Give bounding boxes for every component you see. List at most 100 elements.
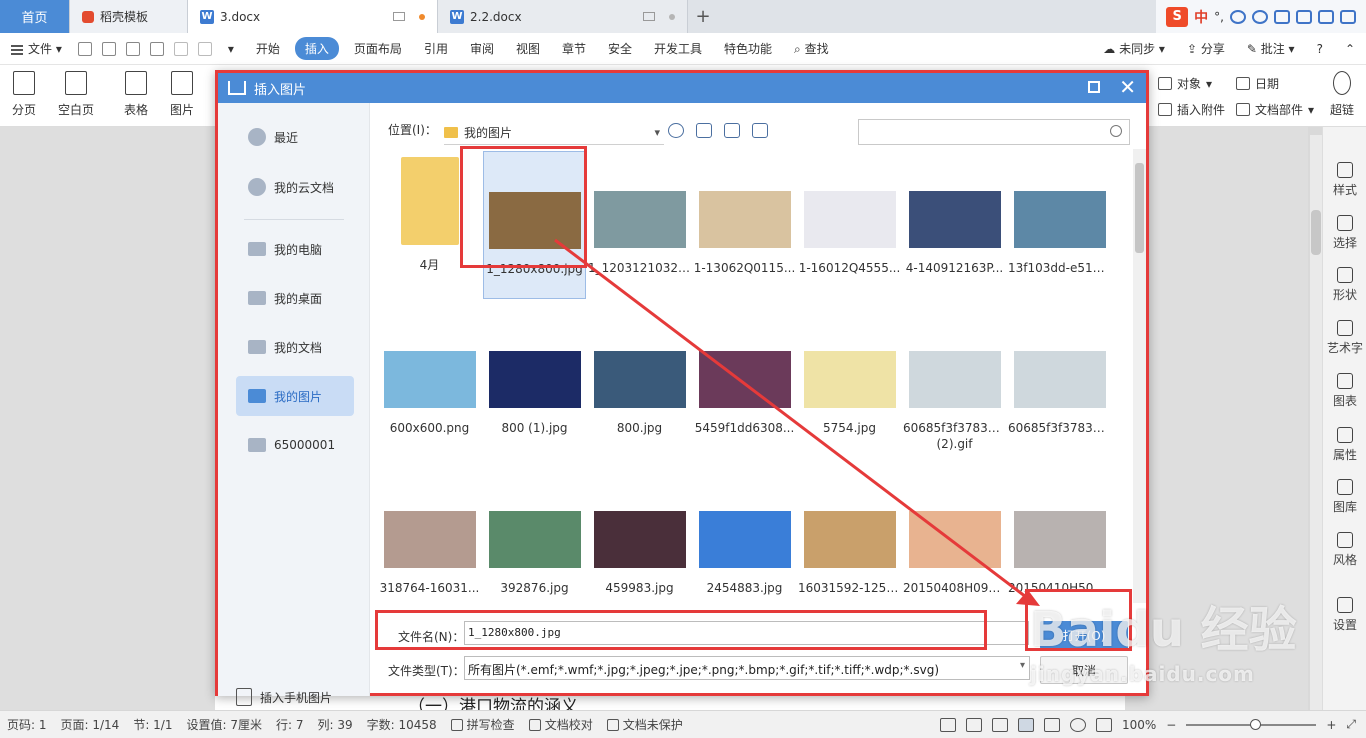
sidebar-item-5[interactable]: 我的图片 xyxy=(236,376,354,416)
file-item[interactable]: 318764-16031... xyxy=(378,471,481,603)
help-button[interactable]: ? xyxy=(1306,42,1334,56)
tab-doc-3[interactable]: W 3.docx xyxy=(188,0,438,33)
file-item[interactable]: 60685f3f3783e...(2).gif xyxy=(903,311,1006,459)
status-words[interactable]: 字数: 10458 xyxy=(360,716,444,733)
file-item[interactable]: 600x600.png xyxy=(378,311,481,459)
document-scroll-thumb[interactable] xyxy=(1311,210,1321,255)
toolbox-icon[interactable] xyxy=(1296,9,1312,24)
spell-check-button[interactable]: 拼写检查 xyxy=(444,716,522,733)
folder-item[interactable]: 4月 xyxy=(378,151,481,299)
eye-protect-icon[interactable] xyxy=(1095,717,1112,732)
proofread-button[interactable]: 文档校对 xyxy=(522,716,600,733)
file-search-input[interactable] xyxy=(858,119,1130,145)
view-mode-icon[interactable] xyxy=(752,123,768,138)
table-button[interactable]: 表格 xyxy=(124,71,148,118)
file-item[interactable]: 1_1280x800.jpg xyxy=(483,151,586,299)
sogou-logo-icon[interactable]: S xyxy=(1166,6,1189,27)
reading-view-icon[interactable] xyxy=(965,717,982,732)
quick-access-more[interactable]: ▾ xyxy=(217,42,245,56)
file-item[interactable]: 5459f1dd6308... xyxy=(693,311,796,459)
menu-tab-1[interactable]: 插入 xyxy=(294,37,339,60)
file-item[interactable]: 60685f3f3783e... xyxy=(1008,311,1111,459)
menu-tab-7[interactable]: 安全 xyxy=(597,40,643,57)
file-item[interactable]: 1-13062Q0115... xyxy=(693,151,796,299)
file-item[interactable]: 20150408H090... xyxy=(903,471,1006,603)
menu-tab-4[interactable]: 审阅 xyxy=(459,40,505,57)
rail-item-3[interactable]: 艺术字 xyxy=(1323,320,1366,356)
format-painter-icon[interactable] xyxy=(101,41,116,56)
ime-punct[interactable]: °, xyxy=(1214,10,1224,24)
file-item[interactable]: 800.jpg xyxy=(588,311,691,459)
zoom-out-button[interactable]: − xyxy=(1166,718,1176,732)
file-item[interactable]: 13f103dd-e51e... xyxy=(1008,151,1111,299)
file-item[interactable]: 4-140912163P... xyxy=(903,151,1006,299)
zoom-level[interactable]: 100% xyxy=(1122,718,1156,732)
ime-lang[interactable]: 中 xyxy=(1194,7,1208,27)
web-view-icon[interactable] xyxy=(1069,717,1086,732)
file-grid-scroll-thumb[interactable] xyxy=(1135,163,1144,253)
redo-icon[interactable] xyxy=(197,41,212,56)
sidebar-item-6[interactable]: 65000001 xyxy=(236,425,354,465)
menu-tab-0[interactable]: 开始 xyxy=(245,40,291,57)
collapse-ribbon-icon[interactable]: ⌃ xyxy=(1334,42,1366,56)
write-view-icon[interactable] xyxy=(991,717,1008,732)
grid-menu-icon[interactable] xyxy=(1340,9,1356,24)
menu-tab-6[interactable]: 章节 xyxy=(551,40,597,57)
back-icon[interactable] xyxy=(668,123,684,138)
emoji-icon[interactable] xyxy=(1230,9,1246,24)
menu-tab-5[interactable]: 视图 xyxy=(505,40,551,57)
share-button[interactable]: ⇪ 分享 xyxy=(1176,40,1236,57)
hyperlink-button[interactable]: 超链 xyxy=(1330,71,1354,118)
file-item[interactable]: 2454883.jpg xyxy=(693,471,796,603)
sidebar-item-3[interactable]: 我的桌面 xyxy=(236,278,354,318)
file-item[interactable]: 5754.jpg xyxy=(798,311,901,459)
up-folder-icon[interactable] xyxy=(696,123,712,138)
file-grid-scrollbar[interactable] xyxy=(1133,149,1146,603)
monitor-icon[interactable] xyxy=(393,12,405,21)
rail-item-4[interactable]: 图表 xyxy=(1323,373,1366,409)
sidebar-item-0[interactable]: 最近 xyxy=(236,117,354,157)
sidebar-item-1[interactable]: 我的云文档 xyxy=(236,167,354,207)
page-view-icon[interactable] xyxy=(1017,717,1034,732)
rail-item-5[interactable]: 属性 xyxy=(1323,427,1366,463)
print-icon[interactable] xyxy=(125,41,140,56)
file-item[interactable]: 20150410H500... xyxy=(1008,471,1111,603)
attach-button[interactable]: 插入附件 xyxy=(1158,101,1225,118)
insert-phone-picture-button[interactable]: 插入手机图片 xyxy=(236,688,332,706)
new-tab-button[interactable]: + xyxy=(688,0,718,33)
search-command[interactable]: ⌕ 查找 xyxy=(783,40,840,57)
maximize-icon[interactable] xyxy=(1088,81,1100,93)
rail-item-0[interactable]: 样式 xyxy=(1323,162,1366,198)
zoom-slider[interactable] xyxy=(1186,718,1317,730)
new-folder-icon[interactable] xyxy=(724,123,740,138)
rail-item-6[interactable]: 图库 xyxy=(1323,479,1366,515)
tab-doc-2-2[interactable]: W 2.2.docx xyxy=(438,0,688,33)
menu-tab-8[interactable]: 开发工具 xyxy=(643,40,713,57)
tab-template[interactable]: 稻壳模板 xyxy=(70,0,188,33)
filetype-select[interactable]: 所有图片(*.emf;*.wmf;*.jpg;*.jpeg;*.jpe;*.pn… xyxy=(464,656,1030,680)
file-item[interactable]: 1-16012Q4555... xyxy=(798,151,901,299)
menu-tab-3[interactable]: 引用 xyxy=(413,40,459,57)
undo-icon[interactable] xyxy=(173,41,188,56)
zoom-in-button[interactable]: + xyxy=(1326,718,1336,732)
file-item[interactable]: 800 (1).jpg xyxy=(483,311,586,459)
monitor-icon[interactable] xyxy=(643,12,655,21)
picture-button[interactable]: 图片 xyxy=(170,71,194,118)
file-menu[interactable]: 文件 ▾ xyxy=(0,40,73,57)
page-break-button[interactable]: 分页 xyxy=(12,71,36,118)
location-select[interactable]: 我的图片 ▾ xyxy=(444,121,664,145)
skin-icon[interactable] xyxy=(1318,9,1334,24)
date-button[interactable]: 日期 xyxy=(1236,75,1279,92)
save-icon[interactable] xyxy=(77,41,92,56)
sidebar-item-2[interactable]: 我的电脑 xyxy=(236,229,354,269)
mic-icon[interactable] xyxy=(1252,9,1268,24)
zoom-slider-knob[interactable] xyxy=(1250,718,1262,730)
keyboard-icon[interactable] xyxy=(1274,9,1290,24)
sync-status[interactable]: ☁ 未同步 ▾ xyxy=(1092,40,1176,57)
file-item[interactable]: 459983.jpg xyxy=(588,471,691,603)
file-item[interactable]: 1_12031210323... xyxy=(588,151,691,299)
file-item[interactable]: 392876.jpg xyxy=(483,471,586,603)
rail-item-7[interactable]: 风格 xyxy=(1323,532,1366,568)
fullscreen-view-icon[interactable] xyxy=(939,717,956,732)
document-scrollbar[interactable] xyxy=(1310,135,1322,710)
